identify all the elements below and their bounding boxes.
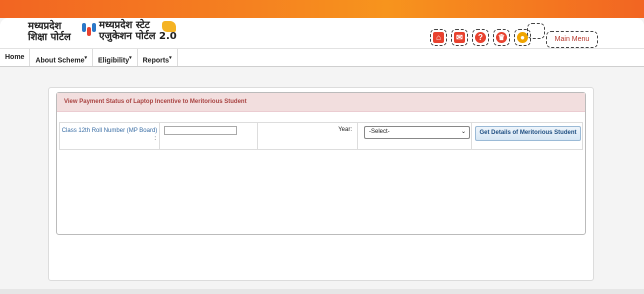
main-menu-button[interactable]: Main Menu	[546, 31, 598, 48]
people-figures-icon	[82, 21, 96, 41]
top-banner	[0, 0, 644, 18]
nav-item-reports[interactable]: Reports▾	[138, 49, 178, 66]
year-select[interactable]: -Select- ⌄	[364, 126, 470, 139]
header: मध्यप्रदेश शिक्षा पोर्टल मध्यप्रदेश स्टे…	[0, 18, 644, 48]
mail-icon[interactable]: ✉	[451, 29, 468, 46]
dropdown-caret-icon: ▾	[129, 55, 132, 61]
get-details-button[interactable]: Get Details of Meritorious Student	[475, 126, 581, 141]
nav-item-home[interactable]: Home	[0, 49, 31, 66]
trophy-icon[interactable]: ♛	[493, 29, 510, 46]
logo-left-line1: मध्यप्रदेश	[28, 21, 62, 32]
roll-number-colon: :	[154, 136, 156, 142]
year-select-value: -Select-	[369, 129, 390, 135]
bottom-strip	[0, 289, 644, 294]
year-label-cell: Year:	[258, 123, 358, 149]
header-icon-bar: ⌂ ✉ ? ♛ ●	[430, 29, 531, 46]
roll-number-input[interactable]	[164, 126, 237, 135]
mp-map-icon	[162, 21, 176, 32]
dropdown-caret-icon: ▾	[84, 55, 87, 61]
nav-item-about-scheme[interactable]: About Scheme▾	[30, 49, 93, 66]
logo-left-line2: शिक्षा पोर्टल	[28, 32, 71, 43]
nav-item-eligibility[interactable]: Eligibility▾	[93, 49, 138, 66]
panel-title: View Payment Status of Laptop Incentive …	[57, 93, 585, 112]
nav-bar: Home About Scheme▾ Eligibility▾ Reports▾	[0, 48, 644, 67]
dropdown-caret-icon: ▾	[169, 55, 172, 61]
chevron-down-icon: ⌄	[460, 129, 466, 135]
logo-right-line2: एजुकेशन पोर्टल 2.0	[99, 31, 177, 42]
year-label: Year:	[338, 127, 352, 133]
mp-shiksha-portal-logo[interactable]: मध्यप्रदेश शिक्षा पोर्टल	[28, 21, 71, 43]
roll-number-label-cell: Class 12th Roll Number (MP Board) :	[60, 123, 160, 149]
roll-number-label: Class 12th Roll Number (MP Board)	[61, 128, 158, 134]
search-form-row: Class 12th Roll Number (MP Board) : Year…	[59, 122, 583, 150]
help-icon[interactable]: ?	[472, 29, 489, 46]
payment-status-panel: View Payment Status of Laptop Incentive …	[56, 92, 586, 235]
blank-icon-box[interactable]	[527, 23, 545, 39]
home-icon[interactable]: ⌂	[430, 29, 447, 46]
